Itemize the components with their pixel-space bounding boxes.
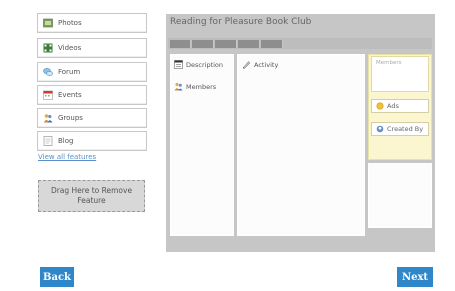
members-box-label: Members bbox=[376, 60, 402, 66]
feature-blog[interactable]: Blog bbox=[37, 131, 147, 151]
back-button[interactable]: Back bbox=[40, 267, 74, 287]
drop-zone-line-1: Drag Here to Remove bbox=[50, 186, 133, 195]
members-box[interactable]: Members bbox=[371, 56, 429, 92]
feature-forum[interactable]: Forum bbox=[37, 62, 147, 82]
remove-feature-drop-zone[interactable]: Drag Here to Remove Feature bbox=[38, 180, 145, 212]
members-icon bbox=[174, 82, 183, 91]
created-by-icon bbox=[376, 125, 384, 133]
members-module[interactable]: Members bbox=[174, 82, 216, 91]
feature-events[interactable]: Events bbox=[37, 85, 147, 105]
tab-1[interactable] bbox=[170, 40, 191, 48]
center-column[interactable] bbox=[237, 54, 365, 236]
tab-3[interactable] bbox=[215, 40, 237, 48]
events-icon bbox=[43, 90, 53, 100]
videos-icon bbox=[43, 43, 53, 53]
photos-icon bbox=[43, 18, 53, 28]
description-icon bbox=[174, 60, 183, 69]
activity-icon bbox=[242, 61, 251, 69]
ads-icon bbox=[376, 102, 384, 110]
tab-2[interactable] bbox=[192, 40, 214, 48]
feature-forum-label: Forum bbox=[58, 68, 81, 76]
description-module[interactable]: Description bbox=[174, 60, 223, 69]
next-button[interactable]: Next bbox=[397, 267, 433, 287]
ads-module[interactable]: Ads bbox=[371, 99, 429, 113]
activity-module[interactable]: Activity bbox=[242, 60, 278, 69]
view-all-features-link[interactable]: View all features bbox=[38, 153, 96, 161]
feature-blog-label: Blog bbox=[58, 137, 74, 145]
forum-icon bbox=[43, 68, 53, 77]
description-label: Description bbox=[186, 60, 224, 69]
ads-label: Ads bbox=[387, 102, 399, 110]
feature-events-label: Events bbox=[58, 91, 82, 99]
feature-videos-label: Videos bbox=[58, 44, 82, 52]
page-title: Reading for Pleasure Book Club bbox=[170, 17, 312, 27]
feature-videos[interactable]: Videos bbox=[37, 38, 147, 58]
created-by-module[interactable]: Created By bbox=[371, 122, 429, 136]
drop-zone-line-2: Feature bbox=[77, 196, 106, 205]
members-label: Members bbox=[186, 82, 217, 91]
right-column-lower[interactable] bbox=[368, 163, 432, 228]
tab-4[interactable] bbox=[238, 40, 260, 48]
feature-groups[interactable]: Groups bbox=[37, 108, 147, 128]
feature-photos-label: Photos bbox=[58, 19, 82, 27]
created-by-label: Created By bbox=[387, 125, 424, 133]
tab-5[interactable] bbox=[261, 40, 283, 48]
activity-label: Activity bbox=[254, 60, 279, 69]
blog-icon bbox=[43, 136, 53, 146]
feature-photos[interactable]: Photos bbox=[37, 13, 147, 33]
feature-groups-label: Groups bbox=[58, 114, 83, 122]
groups-icon bbox=[43, 114, 53, 123]
